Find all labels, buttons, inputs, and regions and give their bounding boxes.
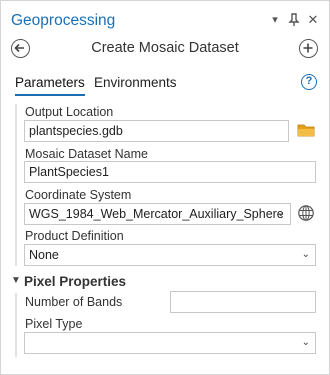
help-icon[interactable]: ? [301, 74, 317, 90]
coordinate-system-dropdown[interactable]: WGS_1984_Web_Mercator_Auxiliary_Sphere ⌄ [24, 203, 291, 225]
coordinate-system-value: WGS_1984_Web_Mercator_Auxiliary_Sphere [29, 207, 284, 221]
globe-icon[interactable] [297, 204, 315, 222]
add-icon[interactable] [299, 39, 318, 58]
product-definition-label: Product Definition [25, 229, 124, 243]
number-of-bands-label: Number of Bands [25, 295, 123, 309]
pixel-properties-header[interactable]: ▼ Pixel Properties [11, 273, 311, 291]
coordinate-system-label: Coordinate System [25, 188, 132, 202]
tab-environments[interactable]: Environments [94, 74, 177, 91]
pixel-type-dropdown[interactable]: ⌄ [24, 332, 316, 354]
product-definition-dropdown[interactable]: None ⌄ [24, 244, 316, 266]
product-definition-value: None [29, 248, 59, 262]
output-location-label: Output Location [25, 105, 114, 119]
pin-icon[interactable] [288, 13, 300, 27]
tool-header: Create Mosaic Dataset [1, 37, 329, 61]
tool-title: Create Mosaic Dataset [91, 40, 239, 56]
output-location-field[interactable]: plantspecies.gdb [24, 120, 289, 142]
chevron-down-icon: ⌄ [301, 249, 310, 260]
chevron-down-icon: ⌄ [301, 337, 310, 348]
chevron-down-icon: ⌄ [276, 208, 285, 219]
chevron-down-icon[interactable]: ▾ [269, 13, 281, 27]
pixel-properties-title: Pixel Properties [24, 274, 127, 289]
pane-title: Geoprocessing [11, 12, 116, 29]
mosaic-dataset-name-field[interactable]: PlantSpecies1 [24, 161, 316, 183]
pixel-type-label: Pixel Type [25, 317, 83, 331]
tab-parameters[interactable]: Parameters [15, 74, 85, 96]
pane-titlebar: Geoprocessing ▾ ✕ [1, 1, 329, 37]
pixel-properties-group-bar [15, 293, 17, 357]
parameter-group-bar [15, 104, 17, 266]
folder-icon[interactable] [297, 122, 315, 138]
mosaic-dataset-name-label: Mosaic Dataset Name [25, 147, 148, 161]
close-icon[interactable]: ✕ [307, 13, 319, 27]
number-of-bands-field[interactable] [170, 291, 316, 313]
geoprocessing-pane: Geoprocessing ▾ ✕ Create Mosaic Dataset … [0, 0, 330, 375]
chevron-down-icon: ▼ [11, 275, 21, 286]
